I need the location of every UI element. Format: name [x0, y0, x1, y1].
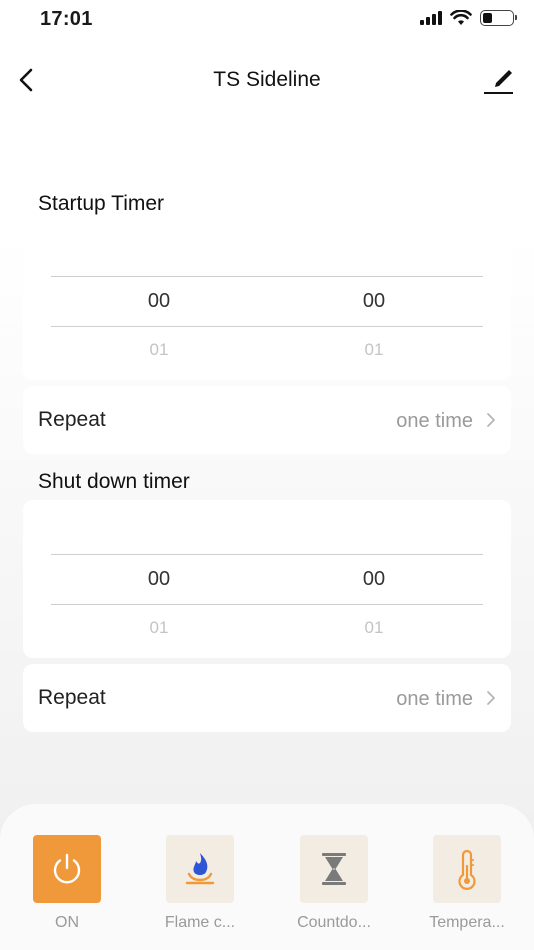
- picker-divider-top: [51, 276, 483, 277]
- bottom-function-bar: ON Flame c... Countdo... Tempera...: [0, 804, 534, 950]
- startup-repeat-row[interactable]: Repeat one time: [23, 386, 511, 454]
- power-icon: [53, 853, 81, 884]
- tab-power[interactable]: ON: [22, 835, 112, 932]
- tab-temperature-label: Tempera...: [429, 914, 505, 931]
- flame-icon: [185, 853, 215, 885]
- cellular-signal-icon: [420, 11, 442, 25]
- wifi-icon: [450, 10, 472, 25]
- picker-fade: [23, 358, 511, 380]
- startup-time-picker[interactable]: 00 00 01 01: [23, 222, 511, 380]
- picker-divider-bottom: [51, 604, 483, 605]
- shutdown-timer-title: Shut down timer: [38, 470, 190, 493]
- picker-fade: [23, 636, 511, 658]
- tab-countdown-button[interactable]: [300, 835, 368, 903]
- shutdown-repeat-label: Repeat: [38, 686, 106, 709]
- startup-minute-value[interactable]: 00: [334, 290, 414, 313]
- tab-flame-label: Flame c...: [164, 914, 236, 931]
- tab-countdown-label: Countdo...: [297, 914, 371, 931]
- chevron-right-icon: [487, 691, 495, 705]
- shutdown-hour-next[interactable]: 01: [119, 618, 199, 638]
- status-bar: 17:01: [0, 0, 534, 40]
- shutdown-repeat-row[interactable]: Repeat one time: [23, 664, 511, 732]
- tab-temperature-button[interactable]: [433, 835, 501, 903]
- edit-pencil-icon[interactable]: [482, 62, 516, 96]
- status-time: 17:01: [40, 8, 93, 30]
- tab-countdown[interactable]: Countdo...: [289, 835, 379, 932]
- tab-power-button[interactable]: [33, 835, 101, 903]
- chevron-right-icon: [487, 413, 495, 427]
- picker-divider-top: [51, 554, 483, 555]
- nav-bar: TS Sideline: [0, 58, 534, 102]
- tab-flame[interactable]: Flame c...: [155, 835, 245, 932]
- startup-timer-title: Startup Timer: [38, 192, 165, 215]
- shutdown-minute-next[interactable]: 01: [334, 618, 414, 638]
- shutdown-hour-value[interactable]: 00: [119, 568, 199, 591]
- shutdown-repeat-value: one time: [396, 688, 473, 710]
- battery-icon: [480, 10, 517, 26]
- startup-repeat-label: Repeat: [38, 408, 106, 431]
- tab-temperature[interactable]: Tempera...: [422, 835, 512, 932]
- shutdown-time-picker[interactable]: 00 00 01 01: [23, 500, 511, 658]
- startup-hour-next[interactable]: 01: [119, 340, 199, 360]
- thermometer-icon: [458, 849, 476, 890]
- startup-minute-next[interactable]: 01: [334, 340, 414, 360]
- tab-flame-button[interactable]: [166, 835, 234, 903]
- shutdown-minute-value[interactable]: 00: [334, 568, 414, 591]
- tab-power-label: ON: [55, 914, 79, 931]
- picker-divider-bottom: [51, 326, 483, 327]
- startup-hour-value[interactable]: 00: [119, 290, 199, 313]
- hourglass-icon: [322, 853, 346, 885]
- status-icons: [420, 10, 517, 26]
- page-title: TS Sideline: [213, 68, 321, 91]
- startup-repeat-value: one time: [396, 410, 473, 432]
